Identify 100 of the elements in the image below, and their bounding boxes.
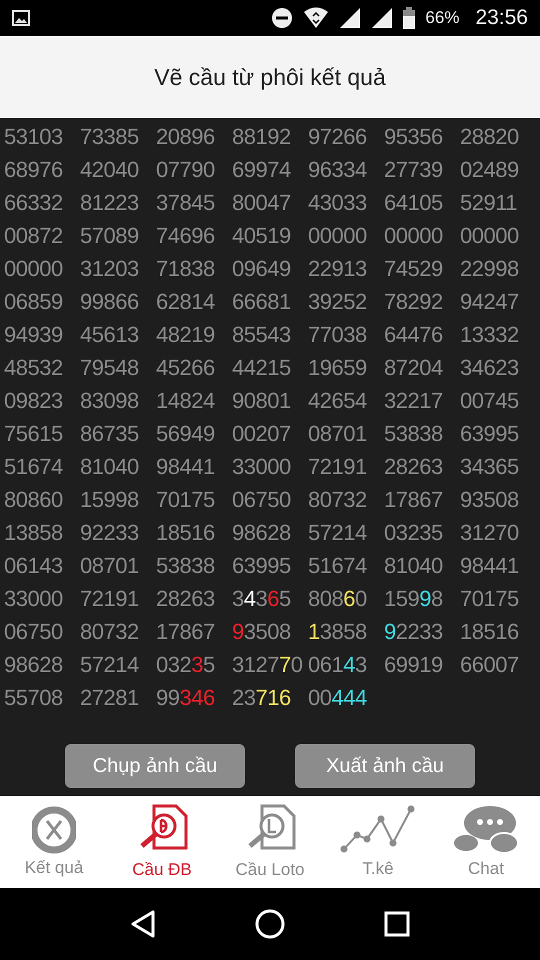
number-cell-text: 81040 [80, 454, 140, 480]
number-cell-text: 99866 [80, 288, 140, 314]
number-cell-text: 09823 [4, 388, 64, 414]
number-cell-text: 66681 [232, 288, 292, 314]
number-cell-text: 70175 [460, 586, 520, 612]
number-cell-text: 77038 [308, 322, 368, 348]
number-cell-text: 98441 [156, 454, 216, 480]
number-cell-text: 51674 [4, 454, 64, 480]
number-cell-text: 45266 [156, 354, 216, 380]
image-icon [12, 10, 30, 26]
number-cell-text: 64105 [384, 190, 444, 216]
number-cell-text: 68976 [4, 156, 64, 182]
number-cell-text: 72191 [80, 586, 140, 612]
number-cell-text: 95356 [384, 124, 444, 150]
number-cell-text: 64476 [384, 322, 444, 348]
number-cell-text: 09649 [232, 256, 292, 282]
number-cell-text: 42040 [80, 156, 140, 182]
number-cell-text: 06859 [4, 288, 64, 314]
number-cell-text: 17867 [384, 486, 444, 512]
number-cell-text: 90801 [232, 388, 292, 414]
number-cell-text: 39252 [308, 288, 368, 314]
number-cell-text: 00000 [384, 222, 444, 248]
action-button[interactable]: Chụp ảnh cầu [65, 744, 245, 788]
number-cell-text: 27281 [80, 684, 140, 710]
number-cell-text: 55708 [4, 684, 64, 710]
number-cell-text: 57214 [80, 652, 140, 678]
number-cell-text: 06143 [4, 552, 64, 578]
number-cell-text: 53838 [384, 420, 444, 446]
number-cell-text: 88192 [232, 124, 292, 150]
number-cell-text: 93508 [460, 486, 520, 512]
home-icon[interactable] [254, 909, 285, 939]
number-cell-text: 92233 [80, 520, 140, 546]
number-cell-text: 80732 [308, 486, 368, 512]
number-cell-text: 28263 [384, 454, 444, 480]
number-cell-text: 34623 [460, 354, 520, 380]
battery-percent: 66% [425, 8, 460, 28]
number-cell-text: 14824 [156, 388, 216, 414]
number-cell-text: 62814 [156, 288, 216, 314]
signal-icon [339, 7, 362, 29]
number-cell-text: 57089 [80, 222, 140, 248]
back-icon[interactable] [130, 910, 156, 938]
number-cell-text: 19659 [308, 354, 368, 380]
number-cell-text: 66332 [4, 190, 64, 216]
number-cell-text: 18516 [156, 520, 216, 546]
nav-tab[interactable]: Kết quả [0, 796, 108, 888]
recents-icon[interactable] [384, 911, 410, 937]
number-cell-text: 00000 [308, 222, 368, 248]
number-cell-text: 13858 [4, 520, 64, 546]
nav-tab[interactable]: Cầu ĐB [108, 796, 216, 888]
number-cell-text: 98441 [460, 552, 520, 578]
number-cell-text: 00872 [4, 222, 64, 248]
nav-tab[interactable]: Chat [432, 796, 540, 888]
nav-tab[interactable]: Cầu Loto [216, 796, 324, 888]
number-cell-text: 17867 [156, 618, 216, 644]
number-cell-text: 93508 [232, 618, 292, 644]
number-cell-text: 85543 [232, 322, 292, 348]
signal-icon [371, 7, 394, 29]
number-cell-text: 02489 [460, 156, 520, 182]
number-cell-text: 81040 [384, 552, 444, 578]
number-cell-text: 28820 [460, 124, 520, 150]
number-cell-text: 66007 [460, 652, 520, 678]
number-cell-text: 22998 [460, 256, 520, 282]
number-cell-text: 06750 [232, 486, 292, 512]
number-cell-text: 74529 [384, 256, 444, 282]
number-cell-text: 44215 [232, 354, 292, 380]
number-cell-text: 99346 [156, 684, 216, 710]
number-cell-text: 06143 [308, 652, 368, 678]
number-cell-text: 52911 [460, 190, 518, 216]
number-cell-text: 80860 [4, 486, 64, 512]
clock: 23:56 [475, 6, 528, 30]
number-cell-text: 79548 [80, 354, 140, 380]
line-chart-icon [340, 805, 416, 855]
number-cell-text: 63995 [232, 552, 292, 578]
screen-title: Vẽ cầu từ phôi kết quả [154, 64, 386, 90]
number-cell-text: 28263 [156, 586, 216, 612]
number-cell-text: 57214 [308, 520, 368, 546]
number-cell-text: 03235 [384, 520, 444, 546]
number-cell-text: 23716 [232, 684, 292, 710]
number-cell-text: 40519 [232, 222, 292, 248]
number-cell-text: 00000 [4, 256, 64, 282]
number-cell-text: 33000 [232, 454, 292, 480]
number-cell-text: 97266 [308, 124, 368, 150]
number-cell-text: 00000 [460, 222, 520, 248]
nav-tab[interactable]: T.kê [324, 796, 432, 888]
number-cell-text: 00745 [460, 388, 520, 414]
number-cell-text: 312770 [232, 652, 304, 678]
number-cell-text: 72191 [308, 454, 368, 480]
number-cell-text: 32217 [384, 388, 444, 414]
battery-icon [403, 7, 416, 29]
number-cell-text: 15998 [384, 586, 444, 612]
do-not-disturb-icon [271, 7, 294, 29]
number-cell-text: 43033 [308, 190, 368, 216]
number-cell-text: 08701 [308, 420, 368, 446]
number-cell-text: 80732 [80, 618, 140, 644]
number-cell-text: 69974 [232, 156, 292, 182]
number-cell-text: 75615 [4, 420, 64, 446]
action-button[interactable]: Xuất ảnh cầu [295, 744, 475, 788]
number-cell-text: 92233 [384, 618, 444, 644]
number-cell-text: 27739 [384, 156, 444, 182]
number-cell-text: 94939 [4, 322, 64, 348]
